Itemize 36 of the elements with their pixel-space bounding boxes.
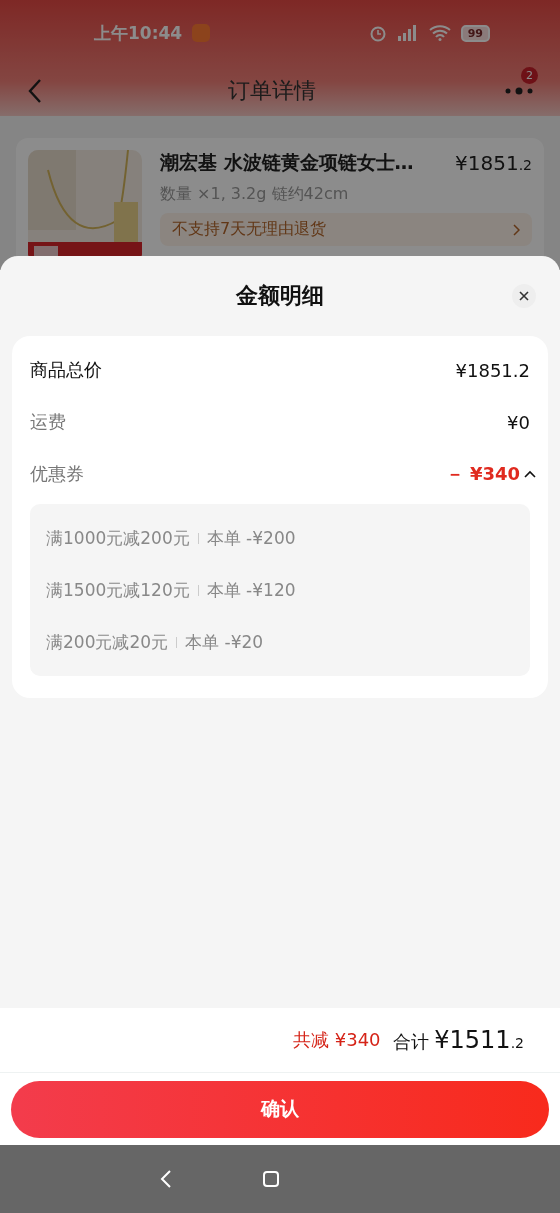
return-policy-notice[interactable]: 不支持7天无理由退货 xyxy=(160,213,532,246)
return-policy-text: 不支持7天无理由退货 xyxy=(172,219,327,240)
battery-level: 99 xyxy=(460,24,490,42)
signal-icon xyxy=(396,25,419,41)
wifi-icon xyxy=(428,25,451,41)
coupon-amount: 本单 -¥200 xyxy=(206,526,296,550)
status-time: 上午10:44 xyxy=(94,21,183,45)
chevron-up-icon[interactable] xyxy=(524,470,536,478)
coupon-name: 满200元减20元 xyxy=(46,630,169,654)
chevron-right-icon xyxy=(513,223,520,236)
page-title: 订单详情 xyxy=(227,77,317,105)
product-price: ¥1851.2 xyxy=(455,151,532,175)
more-icon[interactable] xyxy=(505,87,533,95)
close-icon xyxy=(519,291,529,301)
close-button[interactable] xyxy=(512,284,536,308)
price-value: ¥1851.2 xyxy=(455,359,530,381)
home-icon[interactable] xyxy=(262,1170,280,1188)
coupon-amount: 本单 -¥20 xyxy=(185,630,264,654)
order-total: 合计 ¥1511.2 xyxy=(392,1026,524,1054)
coupon-amount: 本单 -¥120 xyxy=(206,578,296,602)
price-label: 优惠券 xyxy=(30,462,84,486)
price-value: ¥0 xyxy=(507,411,530,433)
coupon-name: 满1500元减120元 xyxy=(46,578,190,602)
total-discount: 共减 ¥340 xyxy=(293,1028,381,1052)
price-label: 运费 xyxy=(30,410,66,434)
price-label: 商品总价 xyxy=(30,358,102,382)
confirm-button[interactable]: 确认 xyxy=(11,1080,549,1138)
price-value: － ¥340 xyxy=(445,462,520,486)
sheet-title: 金额明细 xyxy=(236,282,324,310)
product-name: 潮宏基 水波链黄金项链女士… xyxy=(160,150,414,175)
alarm-icon xyxy=(368,24,387,42)
product-specs: 数量 ×1, 3.2g 链约42cm xyxy=(160,184,350,205)
back-icon[interactable] xyxy=(28,78,42,104)
notification-badge: 2 xyxy=(521,67,538,84)
coupon-name: 满1000元减200元 xyxy=(46,526,190,550)
app-notification-icon xyxy=(192,24,211,42)
